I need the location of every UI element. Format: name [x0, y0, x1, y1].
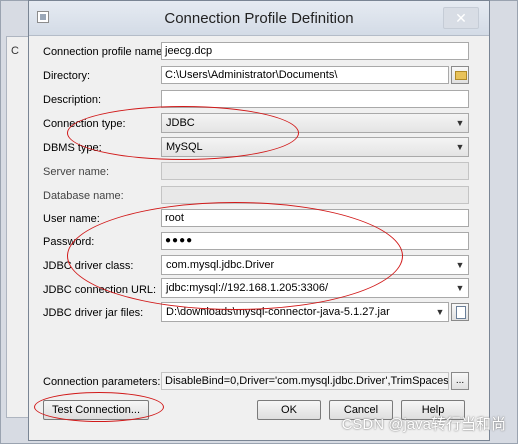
description-field[interactable]: [161, 90, 469, 108]
user-name-label: User name:: [43, 213, 100, 225]
title-bar[interactable]: Connection Profile Definition ✕: [29, 1, 489, 36]
database-name-field: [161, 186, 469, 204]
chevron-down-icon: ▼: [455, 118, 465, 128]
watermark: CSDN @java转行当和尚: [341, 416, 506, 433]
driver-class-value: com.mysql.jdbc.Driver: [166, 259, 275, 271]
password-label: Password:: [43, 236, 95, 248]
dialog-title: Connection Profile Definition: [164, 10, 354, 27]
chevron-down-icon: ▼: [455, 260, 465, 270]
connection-url-label: JDBC connection URL:: [43, 284, 157, 296]
description-label: Description:: [43, 94, 102, 106]
connection-params-label: Connection parameters:: [43, 376, 161, 388]
behind-tab-label: C: [11, 45, 19, 57]
directory-label: Directory:: [43, 70, 91, 82]
database-name-label: Database name:: [43, 190, 124, 202]
dbms-type-label: DBMS type:: [43, 142, 102, 154]
test-connection-button[interactable]: Test Connection...: [43, 400, 149, 420]
driver-jar-label: JDBC driver jar files:: [43, 307, 144, 319]
driver-class-label: JDBC driver class:: [43, 260, 134, 272]
driver-jar-value: D:\downloads\mysql-connector-java-5.1.27…: [166, 306, 390, 318]
driver-jar-select[interactable]: D:\downloads\mysql-connector-java-5.1.27…: [161, 302, 449, 322]
connection-url-value: jdbc:mysql://192.168.1.205:3306/: [166, 282, 329, 294]
browse-directory-button[interactable]: [451, 66, 469, 84]
connection-params-field[interactable]: DisableBind=0,Driver='com.mysql.jdbc.Dri…: [161, 372, 449, 390]
chevron-down-icon: ▼: [455, 142, 465, 152]
directory-field[interactable]: C:\Users\Administrator\Documents\: [161, 66, 449, 84]
connection-profile-dialog: Connection Profile Definition ✕ Connecti…: [28, 0, 490, 441]
connection-type-value: JDBC: [166, 117, 195, 129]
profile-name-field[interactable]: jeecg.dcp: [161, 42, 469, 60]
chevron-down-icon: ▼: [435, 307, 445, 317]
document-icon: [456, 306, 466, 319]
chevron-down-icon: ▼: [455, 283, 465, 293]
server-name-field: [161, 162, 469, 180]
password-field[interactable]: ●●●●: [161, 232, 469, 250]
close-button[interactable]: ✕: [443, 7, 479, 29]
connection-type-label: Connection type:: [43, 118, 126, 130]
dbms-type-value: MySQL: [166, 141, 203, 153]
ok-button[interactable]: OK: [257, 400, 321, 420]
driver-class-select[interactable]: com.mysql.jdbc.Driver ▼: [161, 255, 469, 275]
folder-icon: [455, 71, 467, 80]
browse-jar-button[interactable]: [451, 303, 469, 321]
profile-name-label: Connection profile name:: [43, 46, 166, 58]
user-name-field[interactable]: root: [161, 209, 469, 227]
edit-params-button[interactable]: ...: [451, 372, 469, 390]
connection-type-select[interactable]: JDBC ▼: [161, 113, 469, 133]
dbms-type-select[interactable]: MySQL ▼: [161, 137, 469, 157]
connection-url-select[interactable]: jdbc:mysql://192.168.1.205:3306/ ▼: [161, 278, 469, 298]
server-name-label: Server name:: [43, 166, 110, 178]
